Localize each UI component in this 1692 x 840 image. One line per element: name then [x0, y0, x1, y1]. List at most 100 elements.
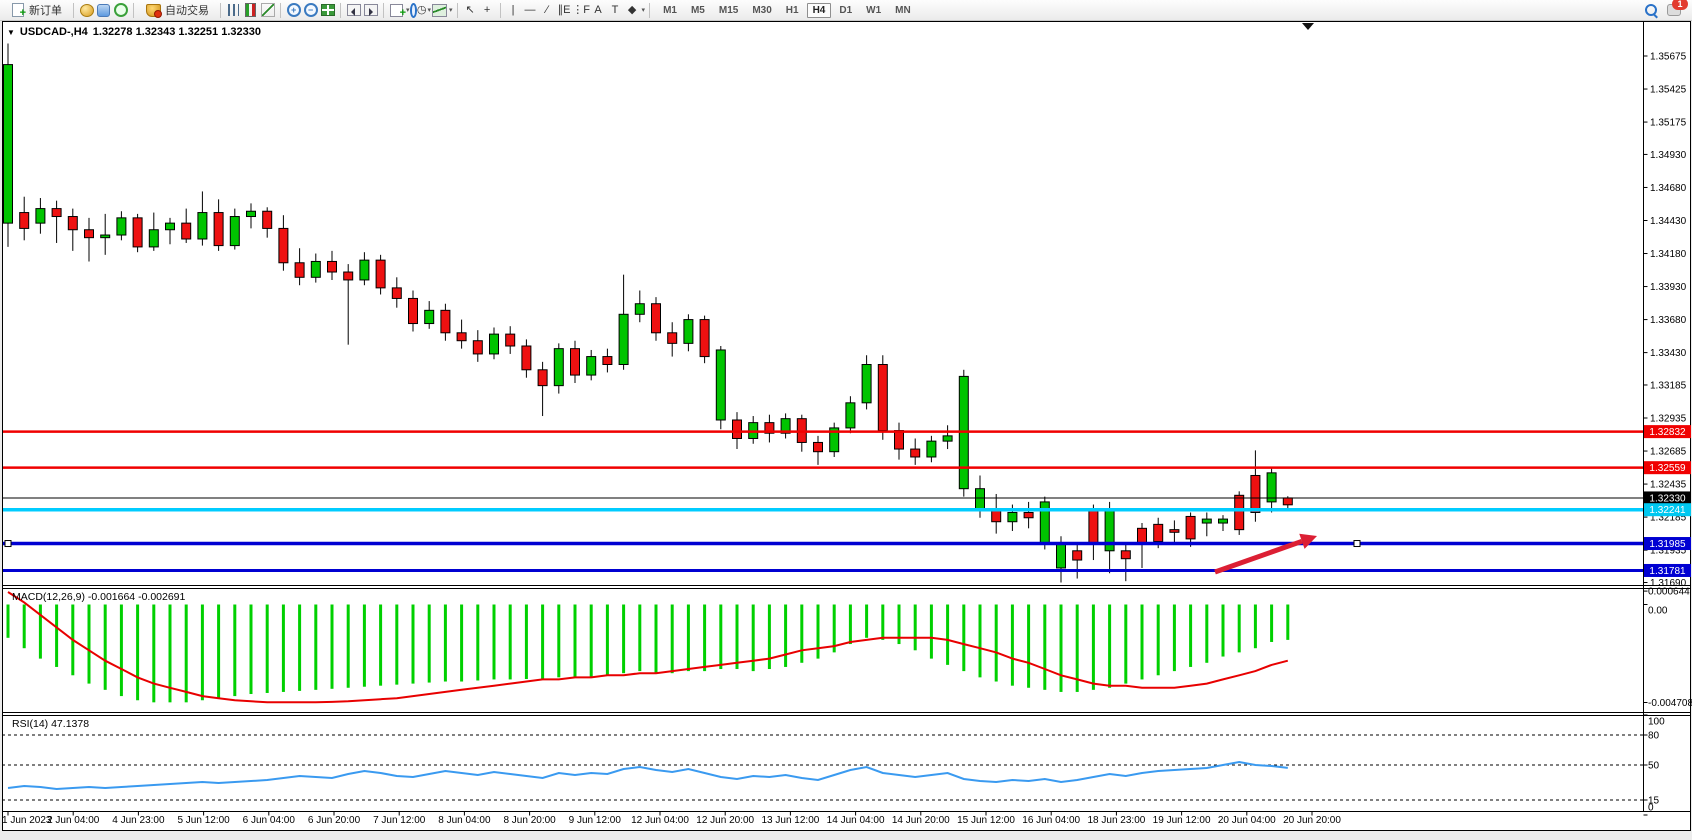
- time-axis-label: 12 Jun 04:00: [631, 815, 689, 826]
- price-tick-label: 1.34930: [1650, 150, 1687, 161]
- time-axis-label: 6 Jun 04:00: [243, 815, 296, 826]
- macd-histogram-bar: [719, 605, 722, 670]
- macd-histogram-bar: [136, 605, 139, 701]
- line-handle[interactable]: [1354, 541, 1360, 547]
- price-tick-label: 1.33185: [1650, 380, 1687, 391]
- price-chart-canvas[interactable]: 1.356751.354251.351751.349301.346801.344…: [0, 0, 1692, 840]
- macd-histogram-bar: [1060, 605, 1063, 692]
- candle: [700, 316, 709, 364]
- time-axis-label: 4 Jun 23:00: [112, 815, 165, 826]
- time-axis-label: 14 Jun 20:00: [892, 815, 950, 826]
- macd-histogram-bar: [1238, 605, 1241, 653]
- macd-histogram-bar: [881, 605, 884, 640]
- macd-histogram-bar: [217, 605, 220, 699]
- macd-histogram-bar: [88, 605, 91, 684]
- macd-histogram-bar: [817, 605, 820, 659]
- trading-terminal-window: + 新订单 自动交易 +−+▾◷▾▾↖+|—∕∥E⋮FAT◆▾ M1M5M15M…: [0, 0, 1692, 840]
- macd-histogram-bar: [541, 605, 544, 680]
- line-handle[interactable]: [5, 541, 11, 547]
- time-axis-label: 6 Jun 20:00: [308, 815, 361, 826]
- price-tick-label: 1.33430: [1650, 348, 1687, 359]
- macd-histogram-bar: [1270, 605, 1273, 642]
- time-axis-label: 5 Jun 12:00: [177, 815, 230, 826]
- macd-histogram-bar: [703, 605, 706, 672]
- macd-histogram-bar: [395, 605, 398, 685]
- macd-axis-label: 0.00: [1648, 606, 1668, 617]
- macd-histogram-bar: [250, 605, 253, 695]
- macd-histogram-bar: [428, 605, 431, 683]
- time-axis-label: 15 Jun 12:00: [957, 815, 1015, 826]
- macd-histogram-bar: [1189, 605, 1192, 667]
- macd-histogram-bar: [412, 605, 415, 684]
- macd-histogram-bar: [1108, 605, 1111, 688]
- macd-histogram-bar: [1092, 605, 1095, 690]
- macd-histogram-bar: [1254, 605, 1257, 649]
- macd-axis-label: -0.004708: [1648, 698, 1692, 709]
- candle: [133, 214, 142, 252]
- macd-histogram-bar: [314, 605, 317, 690]
- time-axis-label: 7 Jun 12:00: [373, 815, 426, 826]
- macd-histogram-bar: [104, 605, 107, 690]
- time-axis-label: 9 Jun 12:00: [569, 815, 622, 826]
- candle: [830, 423, 839, 457]
- candle: [716, 346, 725, 429]
- price-tick-label: 1.35175: [1650, 118, 1687, 129]
- macd-histogram-bar: [460, 605, 463, 682]
- price-tick-label: 1.33930: [1650, 282, 1687, 293]
- time-axis-label: 12 Jun 20:00: [696, 815, 754, 826]
- macd-histogram-bar: [120, 605, 123, 697]
- macd-histogram-bar: [7, 605, 10, 638]
- rsi-indicator-label: RSI(14) 47.1378: [12, 718, 89, 730]
- macd-histogram-bar: [201, 605, 204, 701]
- price-badge-label: 1.32559: [1649, 463, 1686, 474]
- symbol-dropdown-icon[interactable]: ▼: [7, 28, 15, 37]
- chart-title: ▼ USDCAD-,H4 1.32278 1.32343 1.32251 1.3…: [7, 26, 261, 38]
- price-badge-label: 1.31985: [1649, 539, 1686, 550]
- macd-indicator-label: MACD(12,26,9) -0.001664 -0.002691: [12, 591, 185, 603]
- time-axis-label: 13 Jun 12:00: [761, 815, 819, 826]
- macd-histogram-bar: [39, 605, 42, 659]
- price-tick-label: 1.32935: [1650, 414, 1687, 425]
- macd-histogram-bar: [266, 605, 269, 693]
- macd-histogram-bar: [1027, 605, 1030, 688]
- price-tick-label: 1.32685: [1650, 447, 1687, 458]
- price-tick-label: 1.34680: [1650, 183, 1687, 194]
- candle: [4, 43, 13, 246]
- macd-histogram-bar: [331, 605, 334, 689]
- macd-histogram-bar: [962, 605, 965, 672]
- macd-histogram-bar: [1205, 605, 1208, 663]
- macd-histogram-bar: [1043, 605, 1046, 690]
- macd-histogram-bar: [298, 605, 301, 691]
- macd-histogram-bar: [590, 605, 593, 678]
- price-tick-label: 1.34180: [1650, 249, 1687, 260]
- macd-histogram-bar: [1011, 605, 1014, 686]
- macd-histogram-bar: [185, 605, 188, 703]
- macd-histogram-bar: [800, 605, 803, 663]
- macd-histogram-bar: [946, 605, 949, 665]
- macd-histogram-bar: [865, 605, 868, 638]
- macd-histogram-bar: [476, 605, 479, 681]
- macd-histogram-bar: [1157, 605, 1160, 676]
- macd-histogram-bar: [671, 605, 674, 674]
- price-tick-label: 1.35425: [1650, 85, 1687, 96]
- macd-histogram-bar: [1141, 605, 1144, 680]
- time-axis-label: 2 Jun 04:00: [47, 815, 100, 826]
- price-tick-label: 1.33680: [1650, 315, 1687, 326]
- rsi-axis-label: 50: [1648, 761, 1660, 772]
- macd-histogram-bar: [282, 605, 285, 692]
- symbol-label: USDCAD-,H4: [20, 26, 88, 38]
- macd-histogram-bar: [444, 605, 447, 682]
- macd-histogram-bar: [979, 605, 982, 678]
- time-axis-label: 16 Jun 04:00: [1022, 815, 1080, 826]
- macd-histogram-bar: [574, 605, 577, 678]
- macd-histogram-bar: [1173, 605, 1176, 672]
- macd-histogram-bar: [655, 605, 658, 674]
- candle: [1040, 497, 1049, 550]
- price-badge-label: 1.32832: [1649, 427, 1686, 438]
- macd-histogram-bar: [930, 605, 933, 659]
- candle: [959, 370, 968, 497]
- macd-histogram-bar: [606, 605, 609, 676]
- time-axis-label: 8 Jun 04:00: [438, 815, 491, 826]
- macd-histogram-bar: [347, 605, 350, 688]
- macd-histogram-bar: [849, 605, 852, 645]
